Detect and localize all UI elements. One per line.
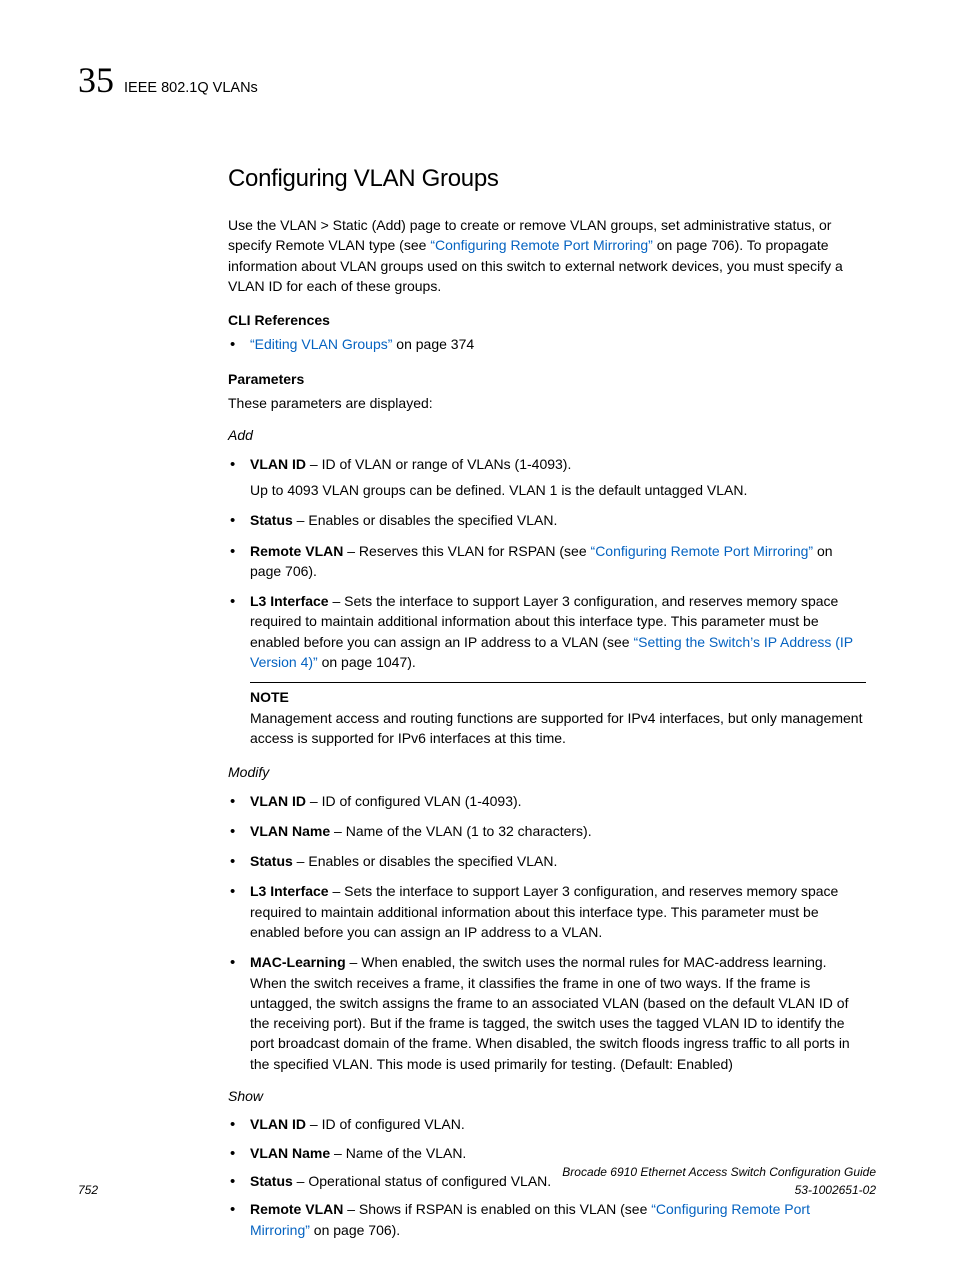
intro-paragraph: Use the VLAN > Static (Add) page to crea… [228, 215, 866, 296]
desc-l3: – Sets the interface to support Layer 3 … [250, 883, 838, 940]
term-mac-learning: MAC-Learning [250, 954, 346, 970]
parameters-intro: These parameters are displayed: [228, 393, 866, 413]
term-vlan-id: VLAN ID [250, 1116, 306, 1132]
list-item: “Editing VLAN Groups” on page 374 [228, 334, 866, 354]
list-item: VLAN ID – ID of VLAN or range of VLANs (… [228, 454, 866, 501]
list-item: L3 Interface – Sets the interface to sup… [228, 881, 866, 942]
desc-status: – Enables or disables the specified VLAN… [293, 512, 558, 528]
page-header: 35 IEEE 802.1Q VLANs [78, 54, 876, 106]
desc-remote-pre: – Shows if RSPAN is enabled on this VLAN… [343, 1201, 651, 1217]
page-number: 752 [78, 1182, 98, 1199]
term-vlan-name: VLAN Name [250, 1145, 330, 1161]
cli-suffix: on page 374 [392, 336, 474, 352]
list-item: VLAN ID – ID of configured VLAN. [228, 1114, 866, 1134]
list-item: L3 Interface – Sets the interface to sup… [228, 591, 866, 672]
link-editing-vlan-groups[interactable]: “Editing VLAN Groups” [250, 336, 392, 352]
vlan-id-sub: Up to 4093 VLAN groups can be defined. V… [250, 480, 866, 500]
show-subheading: Show [228, 1086, 866, 1106]
list-item: Remote VLAN – Reserves this VLAN for RSP… [228, 541, 866, 582]
term-remote-vlan: Remote VLAN [250, 543, 343, 559]
list-item: VLAN ID – ID of configured VLAN (1-4093)… [228, 791, 866, 811]
note-block: NOTE Management access and routing funct… [250, 682, 866, 748]
term-status: Status [250, 512, 293, 528]
desc-l3-post: on page 1047). [318, 654, 416, 670]
note-rule [250, 682, 866, 683]
desc-vlan-id: – ID of configured VLAN (1-4093). [306, 793, 522, 809]
section-heading: Configuring VLAN Groups [228, 162, 866, 197]
term-vlan-id: VLAN ID [250, 793, 306, 809]
desc-mac: – When enabled, the switch uses the norm… [250, 954, 850, 1071]
link-configuring-remote-port-mirroring[interactable]: “Configuring Remote Port Mirroring” [591, 543, 814, 559]
desc-vlan-id: – ID of VLAN or range of VLANs (1-4093). [306, 456, 571, 472]
note-text: Management access and routing functions … [250, 708, 866, 749]
footer-title: Brocade 6910 Ethernet Access Switch Conf… [562, 1164, 876, 1181]
add-list: VLAN ID – ID of VLAN or range of VLANs (… [228, 454, 866, 673]
list-item: VLAN Name – Name of the VLAN (1 to 32 ch… [228, 821, 866, 841]
term-l3-interface: L3 Interface [250, 593, 329, 609]
list-item: Remote VLAN – Shows if RSPAN is enabled … [228, 1199, 866, 1240]
list-item: Status – Enables or disables the specifi… [228, 510, 866, 530]
term-vlan-id: VLAN ID [250, 456, 306, 472]
term-remote-vlan: Remote VLAN [250, 1201, 343, 1217]
term-status: Status [250, 853, 293, 869]
note-label: NOTE [250, 687, 866, 707]
desc-remote-pre: – Reserves this VLAN for RSPAN (see [343, 543, 590, 559]
link-configuring-remote-port-mirroring[interactable]: “Configuring Remote Port Mirroring” [430, 237, 653, 253]
list-item: MAC-Learning – When enabled, the switch … [228, 952, 866, 1074]
list-item: VLAN Name – Name of the VLAN. [228, 1143, 866, 1163]
desc-vlan-name: – Name of the VLAN (1 to 32 characters). [330, 823, 591, 839]
add-subheading: Add [228, 425, 866, 445]
page-footer: 752 Brocade 6910 Ethernet Access Switch … [78, 1164, 876, 1199]
term-l3-interface: L3 Interface [250, 883, 329, 899]
term-vlan-name: VLAN Name [250, 823, 330, 839]
footer-docnum: 53-1002651-02 [562, 1182, 876, 1199]
chapter-number: 35 [78, 54, 114, 106]
cli-references-heading: CLI References [228, 310, 866, 330]
parameters-heading: Parameters [228, 369, 866, 389]
modify-list: VLAN ID – ID of configured VLAN (1-4093)… [228, 791, 866, 1075]
desc-status: – Enables or disables the specified VLAN… [293, 853, 558, 869]
cli-references-list: “Editing VLAN Groups” on page 374 [228, 334, 866, 354]
desc-remote-post: on page 706). [310, 1222, 400, 1238]
chapter-title: IEEE 802.1Q VLANs [124, 78, 258, 99]
page-content: Configuring VLAN Groups Use the VLAN > S… [228, 162, 866, 1240]
desc-vlan-name: – Name of the VLAN. [330, 1145, 466, 1161]
modify-subheading: Modify [228, 762, 866, 782]
desc-vlan-id: – ID of configured VLAN. [306, 1116, 465, 1132]
list-item: Status – Enables or disables the specifi… [228, 851, 866, 871]
